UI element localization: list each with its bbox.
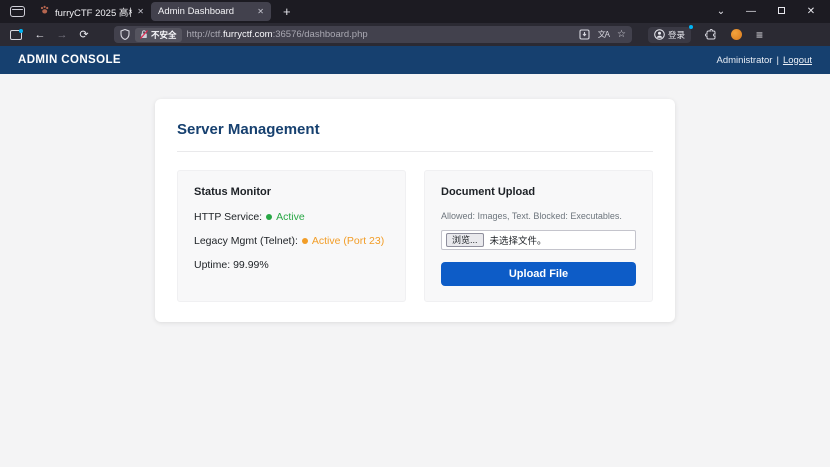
urlbar-action-icons: 文A ☆: [579, 29, 626, 40]
status-value: Active (Port 23): [312, 235, 384, 247]
page-title: Server Management: [177, 121, 653, 138]
notification-dot: [19, 29, 23, 33]
tab-furryctf[interactable]: furryCTF 2025 高校联合新神影 ✕: [33, 2, 151, 21]
page-background: Server Management Status Monitor HTTP Se…: [0, 99, 830, 467]
user-name: Administrator: [717, 55, 773, 66]
paw-favicon-icon: [40, 5, 50, 18]
no-file-label: 未选择文件。: [490, 233, 547, 247]
tab-close-icon[interactable]: ✕: [257, 7, 264, 16]
translate-icon[interactable]: 文A: [598, 29, 609, 40]
url-bar[interactable]: 不安全 http://ctf.furryctf.com:36576/dashbo…: [114, 26, 632, 43]
hamburger-menu-icon[interactable]: ≡: [756, 28, 763, 42]
login-label: 登录: [668, 29, 685, 41]
status-row-http: HTTP Service: Active: [194, 211, 389, 223]
bookmark-star-icon[interactable]: ☆: [617, 29, 626, 40]
browse-button[interactable]: 浏览...: [446, 233, 484, 248]
firefox-view-icon[interactable]: [10, 6, 25, 17]
security-chip[interactable]: 不安全: [135, 28, 182, 42]
file-input[interactable]: 浏览... 未选择文件。: [441, 230, 636, 250]
tab-admin-dashboard[interactable]: Admin Dashboard ✕: [151, 2, 271, 21]
status-label: HTTP Service:: [194, 211, 262, 223]
security-label: 不安全: [151, 29, 177, 41]
account-login-chip[interactable]: 登录: [648, 27, 691, 43]
status-label: Legacy Mgmt (Telnet):: [194, 235, 298, 247]
user-area: Administrator | Logout: [717, 55, 813, 66]
tab-title: furryCTF 2025 高校联合新神影: [55, 5, 132, 19]
status-monitor-panel: Status Monitor HTTP Service: Active Lega…: [177, 170, 406, 302]
new-tab-button[interactable]: +: [279, 4, 295, 19]
document-upload-panel: Document Upload Allowed: Images, Text. B…: [424, 170, 653, 302]
sidebar-icon[interactable]: [10, 30, 22, 40]
tracking-protection-shield-icon[interactable]: [120, 29, 130, 40]
browser-tab-bar: furryCTF 2025 高校联合新神影 ✕ Admin Dashboard …: [0, 0, 830, 23]
reload-button[interactable]: ⟳: [74, 28, 94, 41]
server-management-card: Server Management Status Monitor HTTP Se…: [155, 99, 675, 322]
browser-nav-toolbar: ← → ⟳ 不安全 http://ctf.furryctf.com:36576/…: [0, 23, 830, 46]
extensions-puzzle-icon[interactable]: [705, 29, 717, 41]
insecure-lock-icon: [140, 30, 148, 39]
tab-close-icon[interactable]: ✕: [137, 7, 144, 16]
upload-file-button[interactable]: Upload File: [441, 262, 636, 286]
logout-link[interactable]: Logout: [783, 55, 812, 66]
status-panel-title: Status Monitor: [194, 186, 389, 198]
minimize-button[interactable]: —: [736, 6, 766, 17]
divider: |: [776, 55, 778, 66]
panels-row: Status Monitor HTTP Service: Active Lega…: [177, 170, 653, 302]
status-row-uptime: Uptime: 99.99%: [194, 259, 389, 271]
upload-panel-title: Document Upload: [441, 186, 636, 198]
status-value: Active: [276, 211, 305, 223]
notification-dot: [689, 25, 693, 29]
brand-title: ADMIN CONSOLE: [18, 54, 121, 66]
admin-console-header: ADMIN CONSOLE Administrator | Logout: [0, 46, 830, 74]
close-button[interactable]: ✕: [796, 6, 826, 17]
status-dot-green: [266, 214, 272, 220]
save-page-icon[interactable]: [579, 29, 590, 40]
back-button[interactable]: ←: [30, 29, 50, 41]
status-dot-orange: [302, 238, 308, 244]
account-icon: [654, 29, 665, 40]
restore-button[interactable]: [766, 6, 796, 17]
list-tabs-chevron-icon[interactable]: ⌄: [706, 6, 736, 17]
window-controls: ⌄ — ✕: [706, 6, 826, 17]
forward-button[interactable]: →: [52, 29, 72, 41]
status-label: Uptime: 99.99%: [194, 259, 269, 271]
status-row-telnet: Legacy Mgmt (Telnet): Active (Port 23): [194, 235, 389, 247]
url-text: http://ctf.furryctf.com:36576/dashboard.…: [187, 29, 574, 40]
upload-hint: Allowed: Images, Text. Blocked: Executab…: [441, 211, 636, 221]
extension-orange-icon[interactable]: [731, 29, 742, 40]
tab-title: Admin Dashboard: [158, 6, 252, 17]
title-divider: [177, 151, 653, 152]
